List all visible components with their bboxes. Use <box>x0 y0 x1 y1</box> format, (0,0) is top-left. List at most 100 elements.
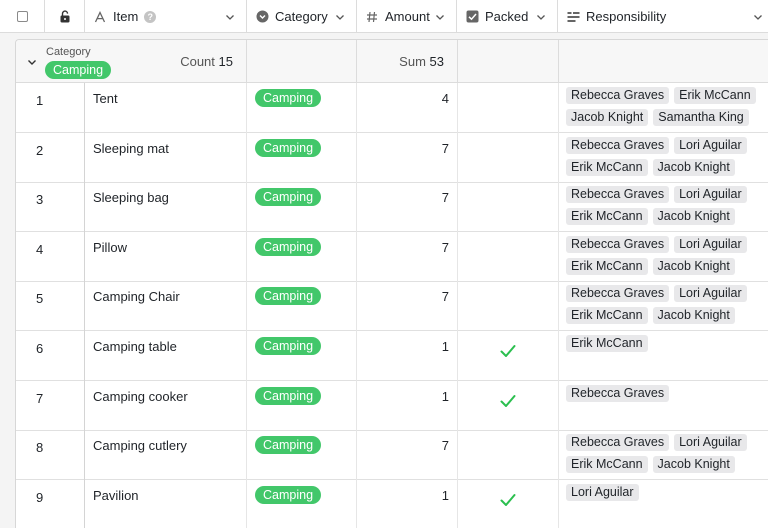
responsibility-cell[interactable]: Rebecca Graves Lori Aguilar Erik McCann Jac… <box>559 281 768 331</box>
category-pill: Camping <box>255 287 322 306</box>
amount-cell[interactable]: 4 <box>357 83 458 133</box>
amount-cell[interactable]: 1 <box>357 479 458 528</box>
select-all-cell[interactable] <box>0 0 45 33</box>
select-all-checkbox[interactable] <box>16 11 28 22</box>
row-number-cell[interactable]: 2 <box>16 132 85 183</box>
amount-cell[interactable]: 7 <box>357 132 458 183</box>
responsibility-cell[interactable]: Erik McCann <box>559 331 768 381</box>
packed-cell[interactable] <box>458 281 559 332</box>
item-name: Camping table <box>93 339 177 354</box>
column-header-responsibility[interactable]: Responsibility <box>558 0 768 33</box>
group-header[interactable]: Category Camping Count 15 Sum 53 <box>16 40 768 83</box>
responsibility-cell[interactable]: Rebecca Graves Lori Aguilar Erik McCann Jac… <box>559 182 768 232</box>
amount-cell[interactable]: 7 <box>357 231 458 282</box>
category-pill: Camping <box>255 89 322 107</box>
category-cell[interactable]: Camping <box>247 479 357 528</box>
packed-cell[interactable] <box>458 380 559 431</box>
packed-cell[interactable] <box>458 132 559 183</box>
table-row[interactable]: 4 Pillow Camping 7 Rebecca Graves Lori Aguila… <box>16 231 768 282</box>
responsibility-tags: Lori Aguilar <box>566 483 768 501</box>
responsibility-tags: Rebecca Graves Lori Aguilar Erik McCann Jac… <box>566 285 768 325</box>
item-cell[interactable]: Pillow <box>85 231 247 282</box>
checkmark-icon[interactable] <box>500 394 516 408</box>
row-number-cell[interactable]: 8 <box>16 430 85 481</box>
responsibility-tag: Erik McCann <box>566 158 648 176</box>
category-cell[interactable]: Camping <box>247 430 357 481</box>
responsibility-cell[interactable]: Rebecca Graves Erik McCann Jacob Knight Sam… <box>559 83 768 133</box>
responsibility-tag: Samantha King <box>653 109 749 126</box>
category-pill: Camping <box>255 386 322 405</box>
item-cell[interactable]: Tent <box>85 83 247 133</box>
checkmark-icon[interactable] <box>500 493 516 507</box>
category-cell[interactable]: Camping <box>247 182 357 233</box>
category-pill: Camping <box>255 138 322 157</box>
item-cell[interactable]: Sleeping bag <box>85 182 247 233</box>
amount-cell[interactable]: 1 <box>357 380 458 431</box>
packed-cell[interactable] <box>458 479 559 528</box>
responsibility-cell[interactable]: Lori Aguilar <box>559 480 768 528</box>
category-cell[interactable]: Camping <box>247 380 357 431</box>
item-cell[interactable]: Camping table <box>85 331 247 381</box>
row-number: 8 <box>36 440 44 456</box>
table-row[interactable]: 6 Camping table Camping 1 Erik McCann <box>16 331 768 381</box>
row-number-cell[interactable]: 6 <box>16 331 85 381</box>
category-cell[interactable]: Camping <box>247 281 357 332</box>
chevron-down-icon[interactable] <box>535 11 547 23</box>
column-header-category[interactable]: Category <box>247 0 357 33</box>
packed-cell[interactable] <box>458 331 559 381</box>
item-cell[interactable]: Camping cutlery <box>85 430 247 481</box>
table-row[interactable]: 8 Camping cutlery Camping 7 Rebecca Graves Lo… <box>16 430 768 481</box>
category-cell[interactable]: Camping <box>247 231 357 282</box>
item-cell[interactable]: Camping Chair <box>85 281 247 332</box>
lock-icon[interactable] <box>59 10 71 23</box>
column-header-amount[interactable]: Amount <box>357 0 457 33</box>
packed-cell[interactable] <box>458 430 559 481</box>
table-row[interactable]: 1 Tent Camping 4 Rebecca Graves Erik McCann Ja… <box>16 83 768 133</box>
amount-cell[interactable]: 7 <box>357 182 458 233</box>
row-number-cell[interactable]: 7 <box>16 380 85 431</box>
chevron-down-icon[interactable] <box>434 11 446 23</box>
chevron-down-icon[interactable] <box>224 11 236 23</box>
responsibility-cell[interactable]: Rebecca Graves Lori Aguilar Erik McCann Jac… <box>559 232 768 282</box>
amount-cell[interactable]: 7 <box>357 430 458 481</box>
responsibility-tags: Erik McCann <box>566 335 768 352</box>
amount-cell[interactable]: 7 <box>357 281 458 332</box>
table-row[interactable]: 9 Pavilion Camping 1 Lori Aguilar <box>16 479 768 528</box>
row-number-cell[interactable]: 1 <box>16 83 85 133</box>
chevron-down-icon[interactable] <box>752 11 764 23</box>
packed-cell[interactable] <box>458 83 559 133</box>
row-number-cell[interactable]: 5 <box>16 281 85 332</box>
number-field-icon <box>365 10 379 24</box>
collapse-chevron-icon[interactable] <box>26 56 38 68</box>
table-row[interactable]: 2 Sleeping mat Camping 7 Rebecca Graves Lori … <box>16 132 768 183</box>
column-header-packed[interactable]: Packed <box>457 0 558 33</box>
column-header-item[interactable]: Item ? <box>85 0 247 33</box>
item-cell[interactable]: Pavilion <box>85 479 247 528</box>
amount-value: 7 <box>441 190 449 206</box>
table-row[interactable]: 5 Camping Chair Camping 7 Rebecca Graves Lori… <box>16 281 768 332</box>
packed-cell[interactable] <box>458 231 559 282</box>
responsibility-cell[interactable]: Rebecca Graves <box>559 381 768 431</box>
item-cell[interactable]: Camping cooker <box>85 380 247 431</box>
table-row[interactable]: 3 Sleeping bag Camping 7 Rebecca Graves Lori … <box>16 182 768 233</box>
category-cell[interactable]: Camping <box>247 83 357 133</box>
amount-cell[interactable]: 1 <box>357 331 458 381</box>
responsibility-cell[interactable]: Rebecca Graves Lori Aguilar Erik McCann Jac… <box>559 133 768 183</box>
lock-cell[interactable] <box>45 0 85 33</box>
category-cell[interactable]: Camping <box>247 331 357 381</box>
table-row[interactable]: 7 Camping cooker Camping 1 Rebecca Graves <box>16 380 768 431</box>
responsibility-cell[interactable]: Rebecca Graves Lori Aguilar Erik McCann Jac… <box>559 430 768 480</box>
item-name: Sleeping mat <box>93 140 169 156</box>
row-number-cell[interactable]: 3 <box>16 182 85 233</box>
row-number-cell[interactable]: 9 <box>16 479 85 528</box>
help-icon[interactable]: ? <box>144 10 157 23</box>
checkmark-icon[interactable] <box>500 344 516 358</box>
row-number: 5 <box>36 291 44 307</box>
chevron-down-icon[interactable] <box>334 11 346 23</box>
item-cell[interactable]: Sleeping mat <box>85 132 247 183</box>
category-cell[interactable]: Camping <box>247 132 357 183</box>
packed-cell[interactable] <box>458 182 559 233</box>
row-number-cell[interactable]: 4 <box>16 231 85 282</box>
row-number: 3 <box>36 192 44 208</box>
single-select-icon <box>255 10 269 24</box>
